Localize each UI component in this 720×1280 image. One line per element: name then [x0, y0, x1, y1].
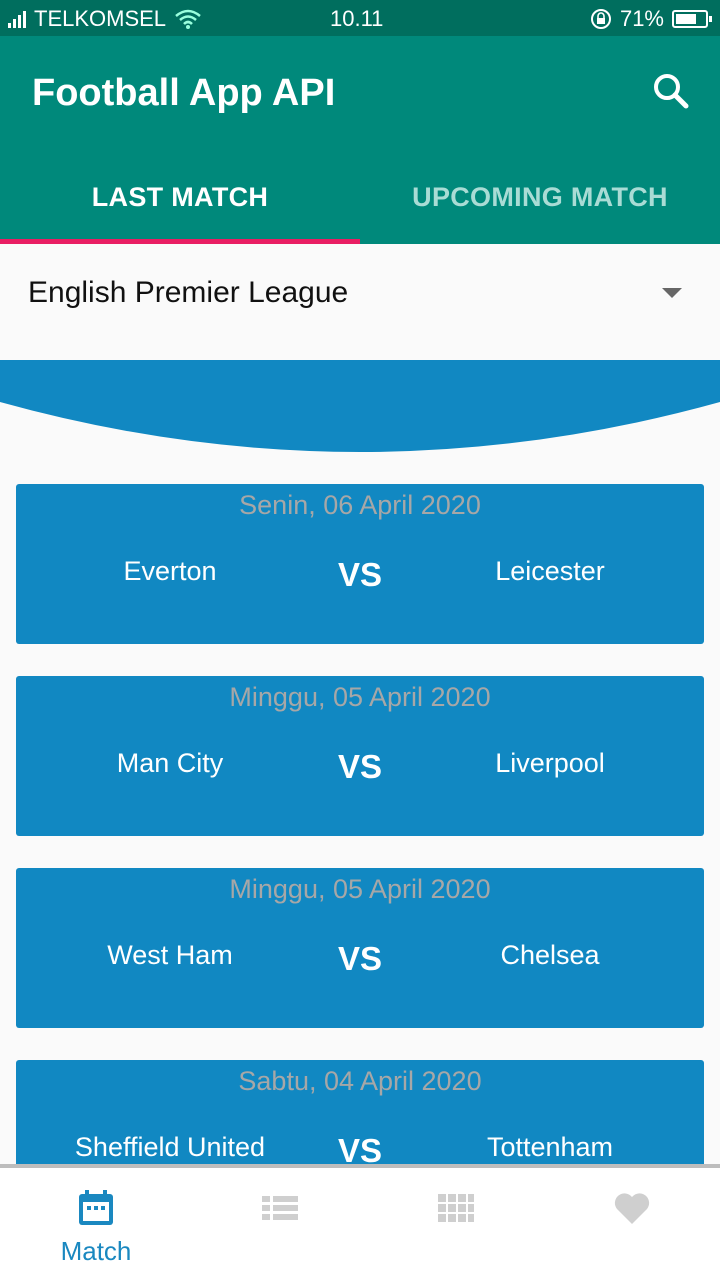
vs-label: VS — [337, 556, 383, 593]
search-button[interactable] — [648, 68, 696, 116]
match-card[interactable]: Senin, 06 April 2020 Everton VS Leiceste… — [16, 484, 704, 644]
nav-item-list[interactable] — [190, 1168, 370, 1280]
app-bar: Football App API LAST MATCH UPCOMING MAT… — [0, 36, 720, 244]
nav-item-grid[interactable] — [366, 1168, 546, 1280]
match-date: Minggu, 05 April 2020 — [229, 874, 491, 904]
match-date: Sabtu, 04 April 2020 — [238, 1066, 482, 1096]
search-icon — [654, 74, 689, 109]
list-icon — [262, 1196, 298, 1220]
tab-last-match[interactable]: LAST MATCH — [0, 160, 360, 244]
away-team: Tottenham — [486, 1132, 614, 1162]
vs-label: VS — [337, 748, 383, 785]
home-team: Everton — [123, 556, 217, 586]
tab-upcoming-match[interactable]: UPCOMING MATCH — [360, 160, 720, 244]
match-date: Minggu, 05 April 2020 — [229, 682, 491, 712]
away-team: Leicester — [495, 556, 605, 586]
match-card[interactable]: Sabtu, 04 April 2020 Sheffield United VS… — [16, 1060, 704, 1164]
nav-item-match[interactable]: Match — [6, 1168, 186, 1280]
tab-label: UPCOMING MATCH — [412, 182, 668, 212]
dropdown-arrow-icon — [662, 288, 682, 298]
nav-label: Match — [60, 1236, 132, 1266]
match-date: Senin, 06 April 2020 — [239, 490, 481, 520]
heart-icon — [614, 1193, 650, 1224]
match-list[interactable]: Senin, 06 April 2020 Everton VS Leiceste… — [0, 452, 720, 1164]
signal-icon — [8, 10, 26, 28]
home-team: Man City — [116, 748, 224, 778]
grid-icon — [438, 1194, 474, 1222]
bottom-navigation: Match — [0, 1164, 720, 1280]
rotation-lock-icon — [590, 9, 611, 29]
vs-label: VS — [337, 940, 383, 977]
battery-percent: 71% — [619, 6, 664, 31]
league-dropdown[interactable]: English Premier League — [0, 244, 720, 360]
calendar-icon — [79, 1190, 113, 1225]
match-card[interactable]: Minggu, 05 April 2020 West Ham VS Chelse… — [16, 868, 704, 1028]
home-team: Sheffield United — [74, 1132, 266, 1162]
wifi-icon — [175, 9, 201, 29]
home-team: West Ham — [107, 940, 233, 970]
tab-label: LAST MATCH — [91, 182, 269, 212]
vs-label: VS — [337, 1132, 383, 1164]
app-title: Football App API — [32, 72, 336, 114]
battery-icon — [672, 10, 712, 28]
clock: 10.11 — [330, 6, 384, 31]
league-selected-value: English Premier League — [28, 276, 349, 309]
carrier-name: TELKOMSEL — [34, 6, 167, 31]
away-team: Chelsea — [500, 940, 600, 970]
nav-item-favorites[interactable] — [542, 1168, 720, 1280]
match-card[interactable]: Minggu, 05 April 2020 Man City VS Liverp… — [16, 676, 704, 836]
away-team: Liverpool — [495, 748, 605, 778]
curved-header-background — [0, 360, 720, 452]
status-bar: TELKOMSEL 10.11 71% — [0, 0, 720, 36]
